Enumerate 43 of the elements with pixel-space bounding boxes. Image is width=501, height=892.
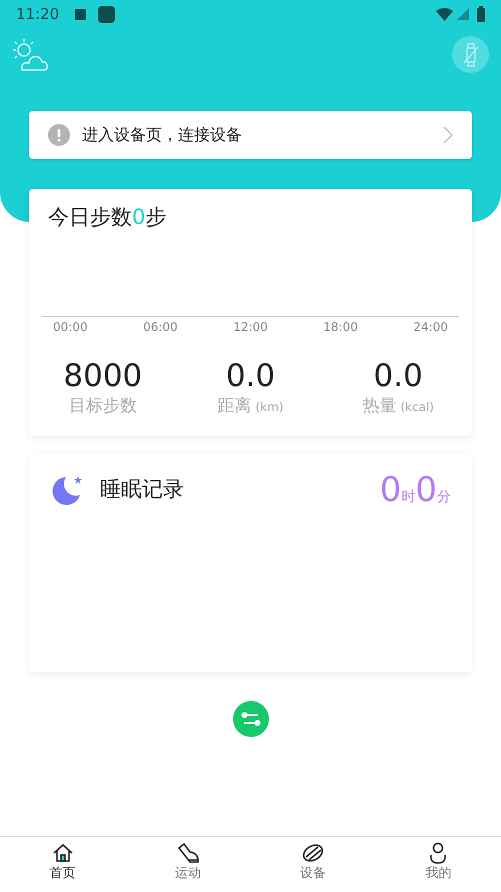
- sleep-hours: 0: [380, 471, 402, 509]
- axis-label: 18:00: [323, 318, 358, 336]
- axis-label: 00:00: [53, 318, 88, 336]
- stat-value: 8000: [63, 358, 142, 394]
- stat-value: 0.0: [226, 358, 276, 394]
- steps-unit: 步: [145, 204, 166, 231]
- toggle-button[interactable]: [232, 701, 268, 737]
- app-notification-icon: [98, 6, 116, 22]
- home-icon: [52, 842, 74, 864]
- minutes-unit: 分: [437, 488, 451, 507]
- stat-unit: (km): [255, 398, 284, 416]
- nav-tab[interactable]: 我的: [376, 837, 501, 892]
- steps-title: 今日步数: [48, 204, 132, 231]
- band-icon: [301, 842, 326, 864]
- watch-slash-icon: [460, 42, 480, 66]
- stat-unit: (kcal): [400, 398, 434, 416]
- warning-icon: [48, 124, 70, 146]
- axis-label: 06:00: [143, 318, 178, 336]
- stat-label: 距离: [217, 394, 252, 418]
- axis-label: 24:00: [413, 318, 448, 336]
- steps-count: 0: [132, 204, 146, 231]
- sleep-minutes: 0: [415, 471, 437, 509]
- shoe-icon: [176, 842, 200, 864]
- stat-label: 目标步数: [68, 394, 137, 418]
- notification-icon: [75, 8, 86, 20]
- axis-label: 12:00: [233, 318, 268, 336]
- nav-tab[interactable]: 设备: [250, 837, 376, 892]
- weather-icon[interactable]: [12, 38, 48, 72]
- nav-tab[interactable]: 运动: [125, 837, 250, 892]
- stat-value: 0.0: [374, 358, 423, 394]
- signal-icon: [457, 8, 469, 20]
- battery-icon: [477, 6, 485, 22]
- chevron-right-icon: [443, 126, 453, 144]
- watch-disconnected-button[interactable]: [452, 36, 489, 73]
- hours-unit: 时: [401, 488, 416, 507]
- sliders-icon: [240, 712, 260, 726]
- notice-text: 进入设备页，连接设备: [82, 124, 243, 146]
- connect-notice[interactable]: 进入设备页，连接设备: [29, 111, 472, 159]
- stat-label: 热量: [362, 394, 396, 418]
- status-time: 11:20: [16, 4, 60, 25]
- wifi-icon: [436, 8, 453, 20]
- sleep-title: 睡眠记录: [100, 476, 185, 504]
- nav-tab[interactable]: 首页: [0, 837, 126, 892]
